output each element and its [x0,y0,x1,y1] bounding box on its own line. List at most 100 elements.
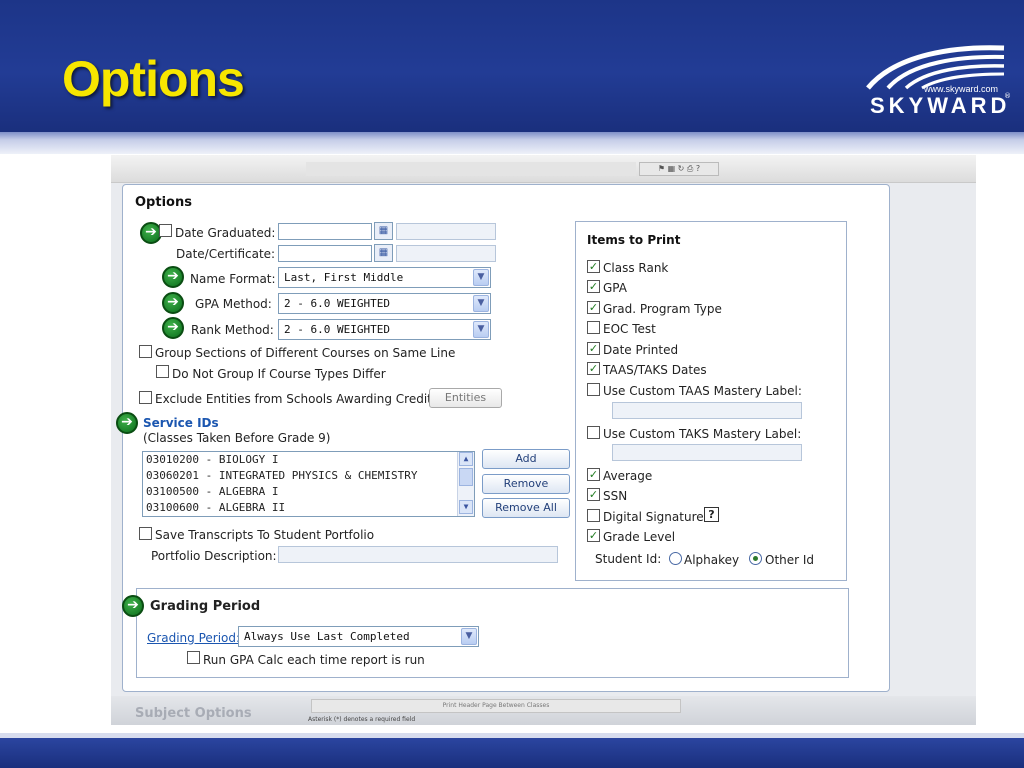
list-scrollbar[interactable]: ▲ ▼ [457,452,474,516]
group-sections-label: Group Sections of Different Courses on S… [155,346,456,360]
name-format-label: Name Format: [190,272,276,286]
service-ids-title: Service IDs [143,416,219,430]
custom-taas-label-text: Use Custom TAAS Mastery Label: [603,384,802,398]
toolbar: ⚑ ▦ ↻ ⎙ ? [111,155,976,183]
logo-wordmark: SKYWARD [870,93,1011,118]
portfolio-description-input[interactable] [278,546,558,563]
custom-taas-label-input[interactable] [612,402,802,419]
gpa-checkbox[interactable]: ✓ [587,280,600,293]
custom-taks-label-checkbox[interactable] [587,426,600,439]
grading-period-title: Grading Period [150,599,261,614]
custom-taks-label-text: Use Custom TAKS Mastery Label: [603,427,802,441]
items-to-print-title: Items to Print [587,233,681,247]
eoc-test-checkbox[interactable] [587,321,600,334]
gpa-label: GPA [603,281,627,295]
slide-title: Options [62,51,245,107]
list-item[interactable]: 03010200 - BIOLOGY I [143,452,474,468]
options-title: Options [135,195,192,210]
taas-taks-dates-label: TAAS/TAKS Dates [603,363,707,377]
exclude-entities-label: Exclude Entities from Schools Awarding C… [155,392,432,406]
gpa-method-value: 2 - 6.0 WEIGHTED [284,297,390,310]
help-icon[interactable]: ? [704,507,719,522]
rank-method-value: 2 - 6.0 WEIGHTED [284,323,390,336]
exclude-entities-checkbox[interactable] [139,391,152,404]
gpa-method-label: GPA Method: [195,297,272,311]
grad-program-type-checkbox[interactable]: ✓ [587,301,600,314]
custom-taks-label-input[interactable] [612,444,802,461]
date-printed-label: Date Printed [603,343,679,357]
class-rank-label: Class Rank [603,261,669,275]
subject-options-title: Subject Options [135,706,252,721]
grading-period-link[interactable]: Grading Period: [147,631,240,645]
chevron-down-icon[interactable]: ▼ [473,269,489,286]
other-id-label: Other Id [765,553,815,567]
list-item[interactable]: 03100500 - ALGEBRA I [143,484,474,500]
ssn-checkbox[interactable]: ✓ [587,488,600,501]
remove-all-button[interactable]: Remove All [482,498,570,518]
taas-taks-dates-checkbox[interactable]: ✓ [587,362,600,375]
subject-options-strip: Subject Options Print Header Page Betwee… [111,696,976,725]
header-stripe [0,132,1024,154]
save-transcripts-label: Save Transcripts To Student Portfolio [155,528,375,542]
calendar-icon[interactable]: ▦ [374,222,393,240]
options-panel: Options ➔ Date Graduated: ▦ Date/Certifi… [116,184,890,692]
save-transcripts-checkbox[interactable] [139,527,152,540]
chevron-down-icon[interactable]: ▼ [461,628,477,645]
list-item[interactable]: 03060201 - INTEGRATED PHYSICS & CHEMISTR… [143,468,474,484]
date-graduated-checkbox[interactable] [159,224,172,237]
scroll-up-icon[interactable]: ▲ [459,452,473,466]
eoc-test-label: EOC Test [603,322,656,336]
grade-level-checkbox[interactable]: ✓ [587,529,600,542]
average-label: Average [603,469,653,483]
remove-button[interactable]: Remove [482,474,570,494]
gpa-method-select[interactable]: 2 - 6.0 WEIGHTED ▼ [278,293,491,314]
app-screenshot: ⚑ ▦ ↻ ⎙ ? Options ➔ Date Graduated: ▦ Da… [111,155,976,725]
skyward-logo: www.skyward.com SKYWARD ® [866,44,1016,124]
toolbar-spacer [306,162,636,176]
other-id-radio[interactable] [749,552,762,565]
group-sections-checkbox[interactable] [139,345,152,358]
toolbar-icons[interactable]: ⚑ ▦ ↻ ⎙ ? [639,162,719,176]
logo-registered-mark: ® [1004,92,1011,100]
scroll-down-icon[interactable]: ▼ [459,500,473,514]
run-gpa-checkbox[interactable] [187,651,200,664]
date-graduated-display [396,223,496,240]
required-field-note: Asterisk (*) denotes a required field [308,716,416,723]
do-not-group-label: Do Not Group If Course Types Differ [172,367,386,381]
callout-arrow-icon: ➔ [116,412,138,434]
add-button[interactable]: Add [482,449,570,469]
service-ids-list[interactable]: 03010200 - BIOLOGY I 03060201 - INTEGRAT… [142,451,475,517]
portfolio-description-label: Portfolio Description: [151,549,277,563]
date-graduated-label: Date Graduated: [175,226,276,240]
chevron-down-icon[interactable]: ▼ [473,295,489,312]
grade-level-label: Grade Level [603,530,676,544]
ssn-label: SSN [603,489,628,503]
grading-period-panel: ➔ Grading Period Grading Period: Always … [122,588,849,678]
callout-arrow-icon: ➔ [122,595,144,617]
grading-period-select[interactable]: Always Use Last Completed ▼ [238,626,479,647]
date-printed-checkbox[interactable]: ✓ [587,342,600,355]
service-ids-subtitle: (Classes Taken Before Grade 9) [143,431,331,445]
entities-button[interactable]: Entities [429,388,502,408]
callout-arrow-icon: ➔ [162,292,184,314]
list-item[interactable]: 03100600 - ALGEBRA II [143,500,474,516]
digital-signature-checkbox[interactable] [587,509,600,522]
name-format-select[interactable]: Last, First Middle ▼ [278,267,491,288]
print-header-page-option[interactable]: Print Header Page Between Classes [311,699,681,713]
rank-method-select[interactable]: 2 - 6.0 WEIGHTED ▼ [278,319,491,340]
class-rank-checkbox[interactable]: ✓ [587,260,600,273]
alphakey-label: Alphakey [684,553,740,567]
grading-period-value: Always Use Last Completed [244,630,410,643]
chevron-down-icon[interactable]: ▼ [473,321,489,338]
alphakey-radio[interactable] [669,552,682,565]
average-checkbox[interactable]: ✓ [587,468,600,481]
date-certificate-input[interactable] [278,245,372,262]
date-graduated-input[interactable] [278,223,372,240]
callout-arrow-icon: ➔ [162,266,184,288]
custom-taas-label-checkbox[interactable] [587,383,600,396]
digital-signature-label: Digital Signature [603,510,704,524]
scroll-thumb[interactable] [459,468,473,486]
calendar-icon[interactable]: ▦ [374,244,393,262]
do-not-group-checkbox[interactable] [156,365,169,378]
grad-program-type-label: Grad. Program Type [603,302,722,316]
